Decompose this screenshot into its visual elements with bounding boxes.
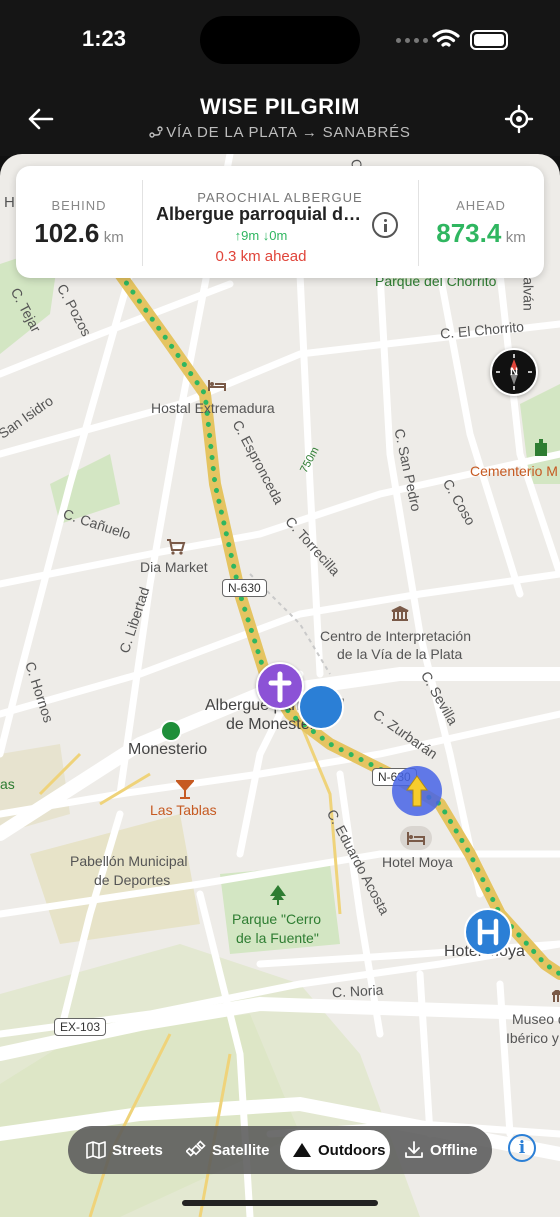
park-tree-icon (270, 885, 286, 905)
museum-icon (391, 606, 409, 621)
dynamic-island (200, 16, 360, 64)
mode-streets-label: Streets (112, 1141, 163, 1159)
cellular-signal-icon (396, 38, 428, 43)
route-subtitle-text: VÍA DE LA PLATA → SANABRÉS (166, 124, 411, 141)
label-edge-as: as (0, 776, 15, 792)
locate-me-icon[interactable] (502, 102, 536, 136)
label-parque-cerro-1: Parque "Cerro (232, 911, 322, 927)
page-title: WISE PILGRIM (200, 94, 360, 119)
label-hotel-moya-1: Hotel Moya (382, 854, 453, 870)
label-centro-interp-1: Centro de Interpretación (320, 628, 471, 644)
route-icon (149, 126, 163, 138)
poi-distance-ahead: 0.3 km ahead (215, 248, 307, 265)
albergue-marker[interactable] (256, 662, 304, 710)
road-badge-n630-a: N-630 (222, 579, 267, 597)
label-las-tablas: Las Tablas (150, 802, 217, 818)
map-icon (86, 1141, 106, 1159)
label-pabellon-2: de Deportes (94, 872, 171, 888)
satellite-icon (186, 1140, 206, 1157)
hotel-icon-2 (400, 826, 432, 850)
status-time: 1:23 (82, 26, 127, 51)
hotel-h-marker[interactable] (464, 908, 512, 956)
stage-info-card[interactable]: BEHIND 102.6 km PAROCHIAL ALBERGUE Alber… (16, 166, 544, 278)
app-header: WISE PILGRIM VÍA DE LA PLATA → SANABRÉS (0, 84, 560, 156)
museum-icon-edge (552, 990, 560, 1002)
behind-value-group: 102.6 km (16, 218, 142, 249)
cross-icon (268, 671, 292, 703)
ahead-value: 873.4 (436, 218, 502, 248)
label-centro-interp-2: de la Vía de la Plata (337, 646, 463, 662)
route-subtitle: VÍA DE LA PLATA → SANABRÉS (0, 124, 560, 141)
label-dia-market: Dia Market (140, 559, 208, 575)
mode-satellite-label: Satellite (212, 1141, 270, 1159)
label-monesterio: Monesterio (128, 741, 208, 758)
ahead-unit: km (505, 229, 526, 246)
current-position-marker (392, 766, 442, 816)
label-edge-h: H (4, 194, 15, 211)
heading-arrow-icon (406, 775, 428, 807)
poi-name: Albergue parroquial de Monesterio (156, 204, 366, 224)
label-parque-cerro-2: de la Fuente" (236, 930, 319, 946)
cemetery-icon (535, 439, 547, 456)
bar-icon (176, 780, 194, 799)
ahead-label: AHEAD (456, 198, 506, 213)
label-galvan: alván (520, 277, 537, 311)
behind-unit: km (103, 229, 124, 246)
home-indicator (182, 1200, 378, 1206)
hotel-h-icon (477, 918, 499, 946)
status-bar: 1:23 (0, 0, 560, 84)
behind-label: BEHIND (51, 198, 107, 213)
card-divider-left (142, 180, 143, 266)
mode-outdoors-label: Outdoors (318, 1141, 386, 1159)
poi-elevation: ↑9m ↓0m (234, 228, 288, 243)
mountain-icon (293, 1143, 311, 1157)
label-c-noria: C. Noria (331, 981, 384, 1001)
poi-info-icon[interactable] (372, 212, 398, 238)
ahead-value-group: 873.4 km (418, 218, 544, 249)
mode-offline-button[interactable]: Offline (396, 1130, 486, 1170)
mode-outdoors-button[interactable]: Outdoors (280, 1130, 390, 1170)
town-marker (160, 720, 182, 742)
map-mode-bar: Streets Satellite Outdoors Offline (68, 1126, 492, 1174)
compass-letter: N (510, 366, 518, 378)
mode-offline-label: Offline (430, 1141, 478, 1159)
hotel-cluster-marker[interactable] (298, 684, 344, 730)
map-view[interactable]: Parque del Chorrito alván C. El Chorrito… (0, 154, 560, 1217)
poi-type-label: PAROCHIAL ALBERGUE (197, 190, 363, 205)
label-museo-1: Museo d (512, 1011, 560, 1027)
mode-satellite-button[interactable]: Satellite (178, 1130, 278, 1170)
download-icon (405, 1141, 423, 1158)
info-icon: i (518, 1138, 526, 1158)
behind-value: 102.6 (34, 218, 100, 248)
shopping-cart-icon (167, 539, 186, 555)
road-badge-ex103: EX-103 (54, 1018, 107, 1036)
hotel-icon (208, 380, 226, 391)
compass-button[interactable]: N (490, 348, 538, 396)
label-museo-2: Ibérico y (506, 1030, 559, 1046)
battery-icon (470, 30, 508, 50)
map-info-button[interactable]: i (508, 1134, 536, 1162)
label-pabellon-1: Pabellón Municipal (70, 853, 188, 869)
wifi-icon (432, 29, 460, 47)
label-cementerio: Cementerio M (470, 463, 558, 479)
mode-streets-button[interactable]: Streets (78, 1130, 171, 1170)
label-hostal-extremadura: Hostal Extremadura (151, 400, 275, 416)
